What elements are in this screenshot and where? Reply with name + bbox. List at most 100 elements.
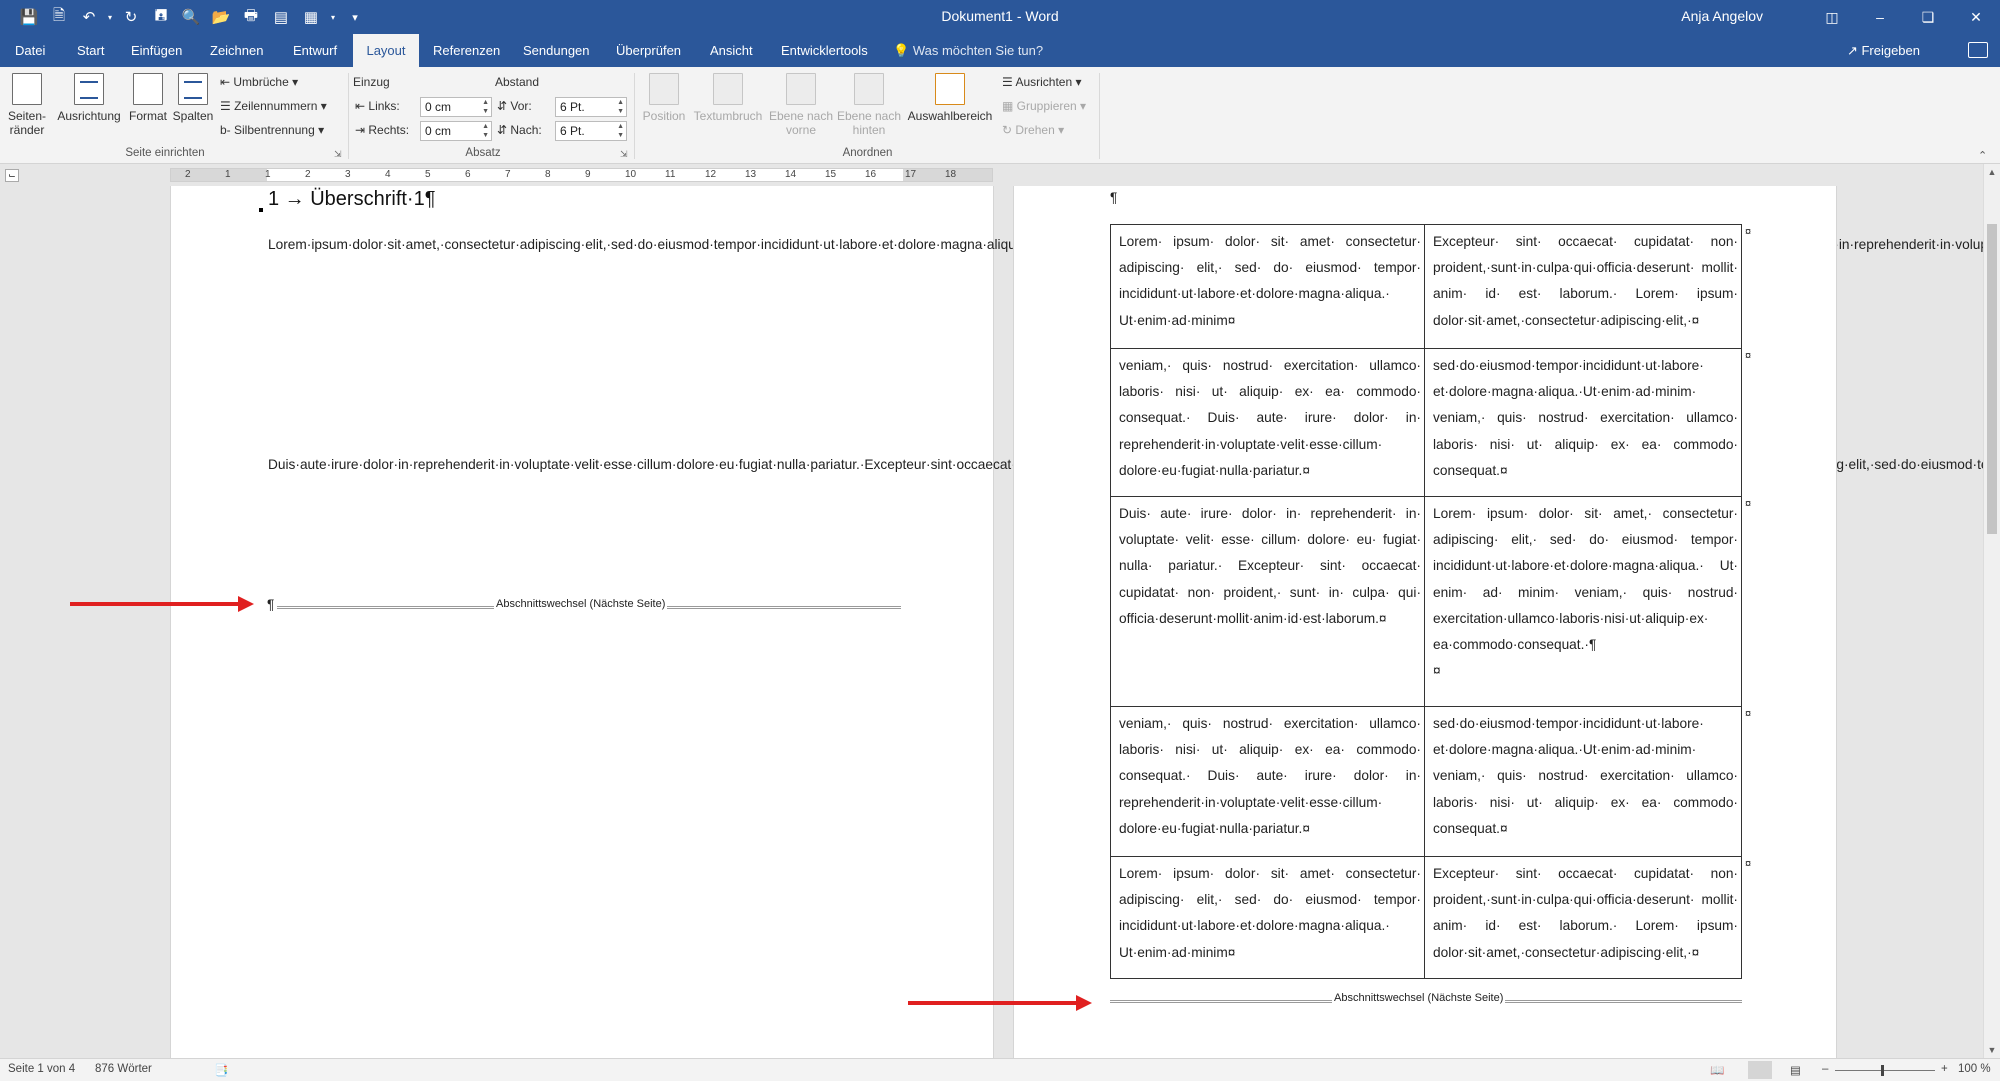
close-icon[interactable]: ✕ (1952, 0, 2000, 34)
position-button[interactable]: Position (638, 73, 690, 123)
table-row[interactable]: Lorem· ipsum· dolor· sit· amet· consecte… (1110, 224, 1742, 349)
spacing-after-field[interactable]: 6 Pt. ▲ ▼ (555, 121, 627, 141)
tab-entwicklertools[interactable]: Entwicklertools (771, 34, 878, 67)
tab-ansicht[interactable]: Ansicht (700, 34, 763, 67)
comment-icon[interactable] (1968, 42, 1988, 58)
tab-sendungen[interactable]: Sendungen (513, 34, 600, 67)
user-name[interactable]: Anja Angelov (1681, 8, 1763, 24)
end-of-row-mark: ¤ (1745, 350, 1752, 362)
table-cell[interactable]: sed·do·eiusmod·tempor·incididunt·ut·labo… (1424, 348, 1742, 497)
tab-datei[interactable]: Datei (5, 34, 55, 67)
tab-stop-selector-icon[interactable]: ⌙ (5, 169, 19, 182)
selection-pane-icon (935, 73, 965, 105)
print-layout-icon[interactable] (1748, 1061, 1772, 1079)
paragraph-mark: ¶ (267, 597, 275, 612)
proofing-icon[interactable]: 📑 (214, 1063, 228, 1077)
table-row[interactable]: veniam,· quis· nostrud· exercitation· ul… (1110, 706, 1742, 857)
wrap-text-button[interactable]: Textumbruch (690, 73, 766, 123)
table-cell[interactable]: Excepteur· sint· occaecat· cupidatat· no… (1424, 856, 1742, 979)
bring-forward-button[interactable]: Ebene nach vorne (766, 73, 836, 137)
indent-left-field[interactable]: 0 cm ▲ ▼ (420, 97, 492, 117)
restore-icon[interactable]: ❏ (1904, 0, 1952, 34)
table-row[interactable]: Duis· aute· irure· dolor· in· reprehende… (1110, 496, 1742, 707)
ribbon-layout: Seiten- ränder Ausrichtung Format Spalte… (0, 67, 2000, 164)
spacing-before-field[interactable]: 6 Pt. ▲ ▼ (555, 97, 627, 117)
tab-referenzen[interactable]: Referenzen (423, 34, 510, 67)
bring-forward-label: Ebene nach vorne (768, 109, 834, 137)
margins-label: Seiten- ränder (7, 109, 47, 137)
tab-start[interactable]: Start (67, 34, 114, 67)
orientation-button[interactable]: Ausrichtung (54, 73, 124, 123)
zoom-in-button[interactable]: + (1941, 1063, 1948, 1075)
hyphenation-dropdown[interactable]: b‐ Silbentrennung ▾ (220, 121, 324, 139)
scroll-up-icon[interactable]: ▲ (1984, 164, 2000, 180)
page-count[interactable]: Seite 1 von 4 (8, 1063, 75, 1075)
tab-ueberpruefen[interactable]: Überprüfen (606, 34, 691, 67)
indent-right-icon: ⇥ (355, 123, 369, 137)
body-paragraph[interactable]: Lorem·ipsum·dolor·sit·amet,·consectetur·… (268, 232, 1983, 258)
section-break-label: Abschnittswechsel (Nächste Seite) (1332, 992, 1506, 1004)
read-mode-icon[interactable]: 📖 (1710, 1063, 1724, 1077)
spinner-arrows-icon[interactable]: ▲ ▼ (482, 98, 489, 116)
tab-zeichnen[interactable]: Zeichnen (200, 34, 273, 67)
table-row[interactable]: Lorem· ipsum· dolor· sit· amet· consecte… (1110, 856, 1742, 979)
page-1[interactable]: 1 → Überschrift·1¶ Lorem·ipsum·dolor·sit… (170, 186, 1983, 1058)
align-dropdown[interactable]: ☰ Ausrichten ▾ (1002, 73, 1082, 91)
dialog-launcher-icon[interactable]: ⇲ (620, 145, 628, 163)
ruler-tick-label: 17 (905, 169, 917, 180)
table-row[interactable]: veniam,· quis· nostrud· exercitation· ul… (1110, 348, 1742, 497)
columns-button[interactable]: Spalten (171, 73, 215, 123)
table-cell[interactable]: Duis· aute· irure· dolor· in· reprehende… (1110, 496, 1425, 707)
heading-1[interactable]: 1 → Überschrift·1¶ (268, 188, 435, 211)
minimize-icon[interactable]: – (1856, 0, 1904, 34)
scroll-down-icon[interactable]: ▼ (1984, 1042, 2000, 1058)
collapse-ribbon-icon[interactable]: ⌃ (1978, 147, 1987, 165)
indent-right-value: 0 cm (425, 124, 452, 138)
table-cell[interactable]: Lorem· ipsum· dolor· sit· amet· consecte… (1110, 856, 1425, 979)
share-button[interactable]: ↗ Freigeben (1847, 34, 1920, 67)
table-cell[interactable]: veniam,· quis· nostrud· exercitation· ul… (1110, 706, 1425, 857)
table-cell[interactable]: veniam,· quis· nostrud· exercitation· ul… (1110, 348, 1425, 497)
send-backward-button[interactable]: Ebene nach hinten (834, 73, 904, 137)
tab-layout[interactable]: Layout (353, 34, 419, 67)
spinner-arrows-icon[interactable]: ▲ ▼ (482, 122, 489, 140)
spacing-before-label: ⇵ Vor: (497, 97, 532, 115)
table-cell[interactable]: Lorem· ipsum· dolor· sit· amet· consecte… (1110, 224, 1425, 349)
table-cell[interactable]: sed·do·eiusmod·tempor·incididunt·ut·labo… (1424, 706, 1742, 857)
zoom-level[interactable]: 100 % (1958, 1063, 1991, 1075)
table-cell[interactable]: Excepteur· sint· occaecat· cupidatat· no… (1424, 224, 1742, 349)
dialog-launcher-icon[interactable]: ⇲ (334, 145, 342, 163)
spinner-arrows-icon[interactable]: ▲ ▼ (617, 122, 624, 140)
hyphenation-icon: b‐ (220, 123, 235, 137)
zoom-slider[interactable] (1835, 1070, 1935, 1071)
tab-entwurf[interactable]: Entwurf (283, 34, 347, 67)
breaks-icon: ⇤ (220, 75, 234, 89)
word-count[interactable]: 876 Wörter (95, 1063, 152, 1075)
page-2[interactable]: ¶ Lorem· ipsum· dolor· sit· amet· consec… (1013, 186, 1837, 1058)
zoom-out-button[interactable]: – (1822, 1063, 1828, 1075)
document-area[interactable]: 1 → Überschrift·1¶ Lorem·ipsum·dolor·sit… (0, 186, 1983, 1058)
body-paragraph[interactable]: Duis·aute·irure·dolor·in·reprehenderit·i… (268, 452, 1983, 478)
ruler-tick-label: 14 (785, 169, 797, 180)
ribbon-display-icon[interactable]: ◫ (1808, 0, 1856, 34)
horizontal-ruler[interactable]: 2 1 1 2 3 4 5 6 7 8 9 10 11 12 13 14 15 16 17 18 (170, 168, 993, 182)
rotate-dropdown[interactable]: ↻ Drehen ▾ (1002, 121, 1064, 139)
format-button[interactable]: Format (127, 73, 169, 123)
margins-button[interactable]: Seiten- ränder (6, 73, 48, 137)
web-layout-icon[interactable]: ▤ (1790, 1063, 1801, 1077)
scrollbar-thumb[interactable] (1987, 224, 1997, 534)
group-icon: ▦ (1002, 99, 1017, 113)
table-cell[interactable]: Lorem· ipsum· dolor· sit· amet,· consect… (1424, 496, 1742, 707)
breaks-dropdown[interactable]: ⇤ Umbrüche ▾ (220, 73, 298, 91)
tab-einfuegen[interactable]: Einfügen (121, 34, 192, 67)
line-numbers-dropdown[interactable]: ☰ Zeilennummern ▾ (220, 97, 327, 115)
vertical-scrollbar[interactable]: ▲ ▼ (1983, 164, 2000, 1058)
tell-me-search[interactable]: 💡 Was möchten Sie tun? (893, 34, 1043, 67)
indent-right-field[interactable]: 0 cm ▲ ▼ (420, 121, 492, 141)
document-table[interactable]: Lorem· ipsum· dolor· sit· amet· consecte… (1110, 224, 1742, 979)
group-dropdown[interactable]: ▦ Gruppieren ▾ (1002, 97, 1086, 115)
spinner-arrows-icon[interactable]: ▲ ▼ (617, 98, 624, 116)
zoom-slider-handle[interactable] (1881, 1065, 1884, 1076)
ruler-tick-label: 15 (825, 169, 837, 180)
selection-pane-button[interactable]: Auswahlbereich (904, 73, 996, 123)
